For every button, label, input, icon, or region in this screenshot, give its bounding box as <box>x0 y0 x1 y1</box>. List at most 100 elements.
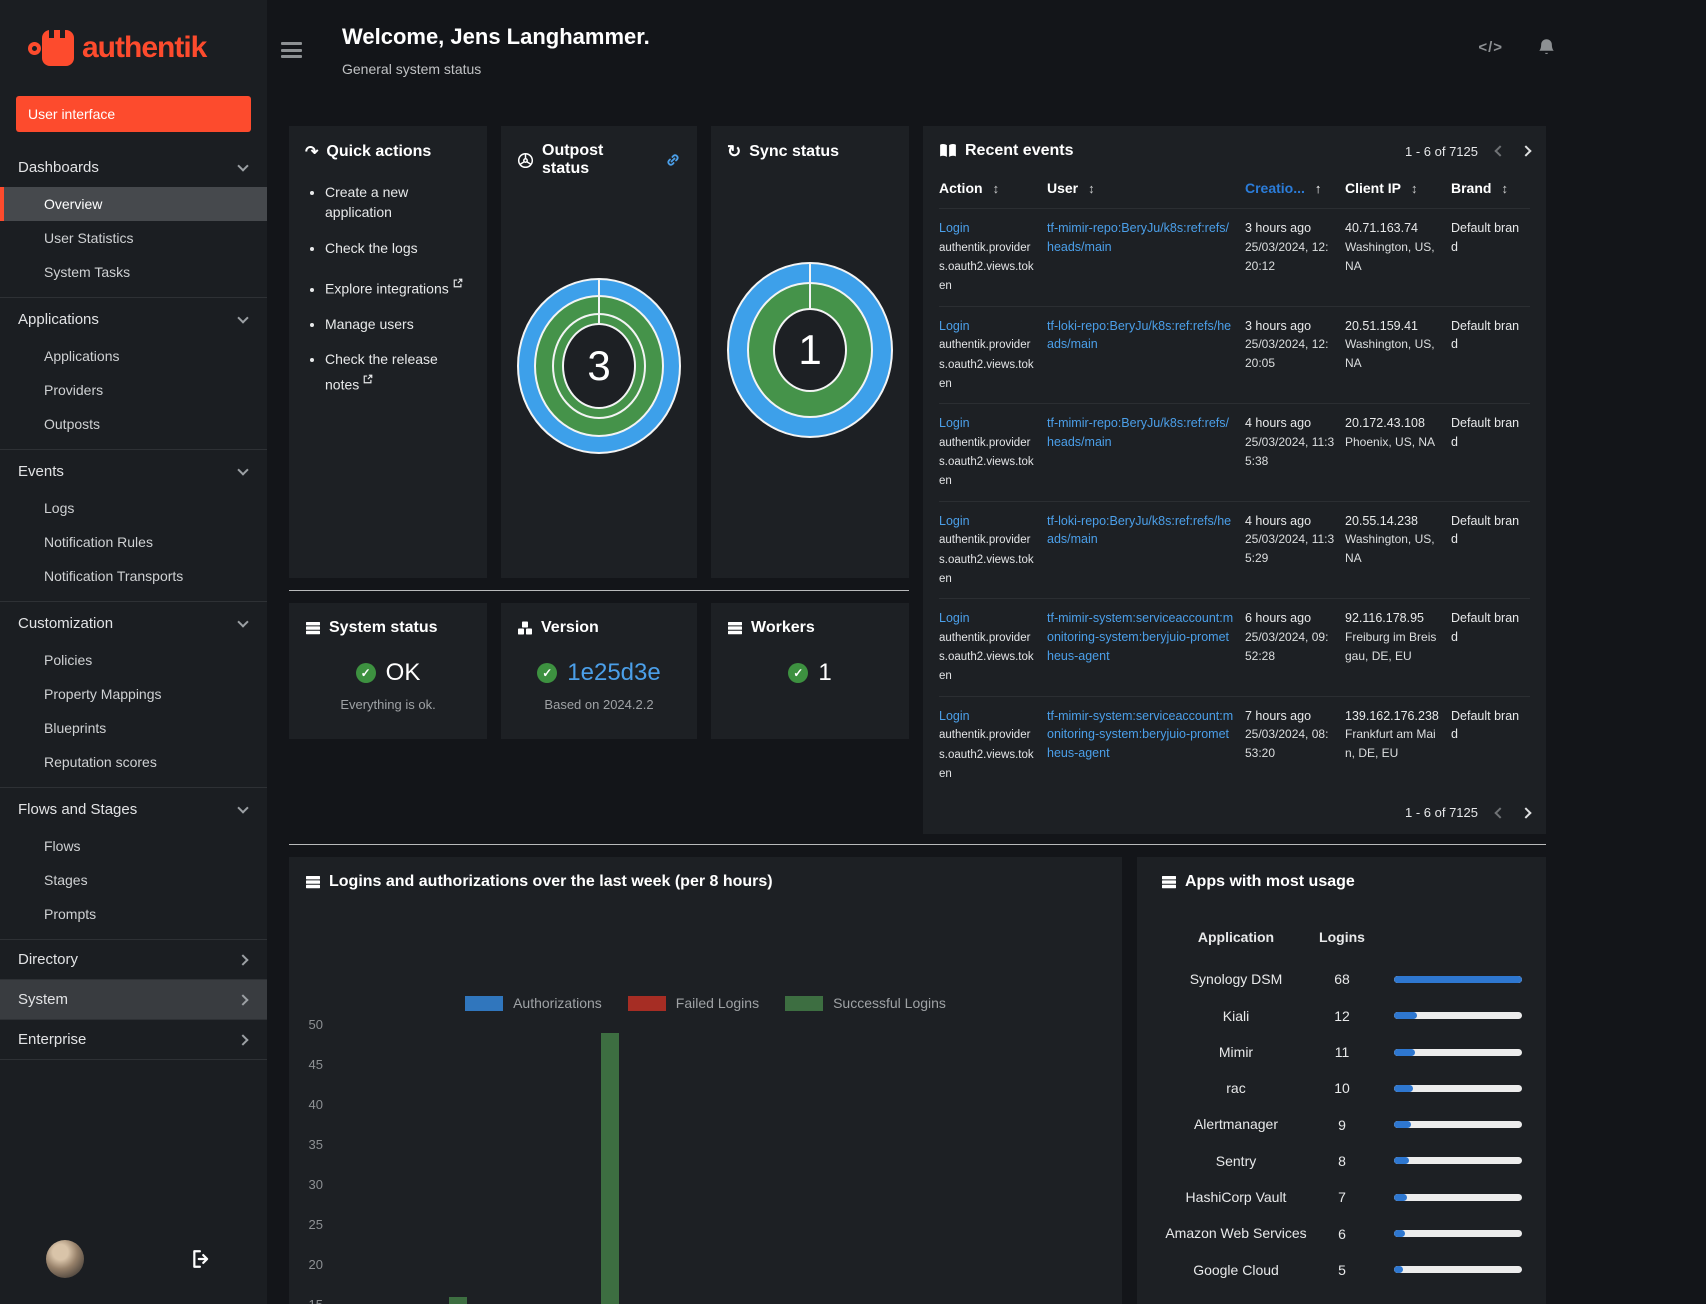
column-header-creation[interactable]: Creatio... ↑ <box>1245 170 1345 209</box>
quick-action-create-application[interactable]: Create a new application <box>325 182 471 223</box>
logout-icon[interactable] <box>191 1249 211 1269</box>
sidebar-item-reputation-scores[interactable]: Reputation scores <box>0 745 267 779</box>
user-interface-button[interactable]: User interface <box>16 96 251 132</box>
chevron-down-icon <box>237 159 249 172</box>
outpost-status-card: Outpost status 3 <box>501 126 697 578</box>
sidebar-item-flows[interactable]: Flows <box>0 829 267 863</box>
chevron-down-icon <box>237 311 249 324</box>
usage-progress-bar <box>1394 1230 1522 1238</box>
pagination-range: 1 - 6 of 7125 <box>1405 805 1478 820</box>
nav-section-system[interactable]: System <box>0 980 267 1019</box>
chevron-right-icon <box>237 1033 249 1046</box>
nav-section-directory[interactable]: Directory <box>0 940 267 979</box>
quick-actions-title: Quick actions <box>326 143 432 160</box>
outpost-count: 3 <box>587 342 611 389</box>
logins-chart-yticks: 5101520253035404550 <box>308 1017 323 1304</box>
external-link-icon <box>363 369 373 389</box>
usage-progress-bar <box>1394 1193 1522 1201</box>
version-card: Version ✓ 1e25d3e Based on 2024.2.2 <box>501 603 697 739</box>
brand-logo[interactable]: authentik <box>0 0 267 92</box>
event-action-link[interactable]: Login <box>939 611 970 625</box>
notifications-bell-icon[interactable] <box>1537 38 1556 57</box>
sidebar-item-prompts[interactable]: Prompts <box>0 897 267 931</box>
sidebar-item-blueprints[interactable]: Blueprints <box>0 711 267 745</box>
event-action-link[interactable]: Login <box>939 416 970 430</box>
event-user-link[interactable]: tf-mimir-repo:BeryJu/k8s:ref:refs/heads/… <box>1047 416 1229 449</box>
pagination-next-icon[interactable] <box>1520 145 1532 157</box>
sidebar-item-policies[interactable]: Policies <box>0 643 267 677</box>
pagination-next-icon[interactable] <box>1520 806 1532 819</box>
column-header-client-ip[interactable]: Client IP ↕ <box>1345 170 1451 209</box>
quick-action-release-notes[interactable]: Check the release notes <box>325 349 471 395</box>
event-user-link[interactable]: tf-loki-repo:BeryJu/k8s:ref:refs/heads/m… <box>1047 514 1231 547</box>
sidebar-item-system-tasks[interactable]: System Tasks <box>0 255 267 289</box>
event-user-link[interactable]: tf-mimir-system:serviceaccount:monitorin… <box>1047 709 1233 761</box>
hamburger-menu-icon[interactable] <box>281 42 302 58</box>
sidebar-item-overview[interactable]: Overview <box>0 187 267 221</box>
column-header-user[interactable]: User ↕ <box>1047 170 1245 209</box>
version-note: Based on 2024.2.2 <box>544 697 654 712</box>
authentik-logo-icon <box>28 30 74 66</box>
quick-action-check-logs[interactable]: Check the logs <box>325 238 471 258</box>
sync-refresh-icon: ↻ <box>727 142 742 161</box>
quick-action-explore-integrations[interactable]: Explore integrations <box>325 273 471 299</box>
table-row: Login authentik.providers.oauth2.views.to… <box>939 500 1530 599</box>
usage-progress-bar <box>1394 1121 1522 1129</box>
list-item: Kiali 12 <box>1161 998 1522 1034</box>
events-pagination-bottom: 1 - 6 of 7125 <box>1405 805 1532 820</box>
sidebar-nav: Dashboards Overview User Statistics Syst… <box>0 146 267 1060</box>
quick-actions-icon: ↷ <box>305 144 319 161</box>
list-item: Mimir 11 <box>1161 1034 1522 1070</box>
event-user-link[interactable]: tf-mimir-system:serviceaccount:monitorin… <box>1047 611 1233 663</box>
apps-usage-table: Application Logins Synology DSM 68 Kiali… <box>1161 917 1522 1288</box>
sidebar-item-user-statistics[interactable]: User Statistics <box>0 221 267 255</box>
recent-events-table: Action ↕ User ↕ Creatio... ↑ Client IP ↕ Bra… <box>939 170 1530 793</box>
sidebar-item-stages[interactable]: Stages <box>0 863 267 897</box>
table-row: Login authentik.providers.oauth2.views.to… <box>939 305 1530 404</box>
nav-section-flows-and-stages[interactable]: Flows and Stages <box>0 790 267 829</box>
nav-group-applications: Applications Applications Providers Outp… <box>0 298 267 450</box>
sidebar-item-outposts[interactable]: Outposts <box>0 407 267 441</box>
sidebar-item-applications[interactable]: Applications <box>0 339 267 373</box>
sidebar-item-notification-transports[interactable]: Notification Transports <box>0 559 267 593</box>
nav-section-enterprise[interactable]: Enterprise <box>0 1020 267 1059</box>
check-circle-icon: ✓ <box>788 663 809 683</box>
event-action-link[interactable]: Login <box>939 514 970 528</box>
sidebar-item-notification-rules[interactable]: Notification Rules <box>0 525 267 559</box>
server-icon <box>305 620 321 636</box>
nav-section-events[interactable]: Events <box>0 452 267 491</box>
logins-chart-title: Logins and authorizations over the last … <box>329 873 773 890</box>
event-user-link[interactable]: tf-loki-repo:BeryJu/k8s:ref:refs/heads/m… <box>1047 319 1231 352</box>
sidebar-item-property-mappings[interactable]: Property Mappings <box>0 677 267 711</box>
api-code-icon[interactable]: </> <box>1478 39 1503 56</box>
user-avatar[interactable] <box>46 1240 84 1278</box>
recent-events-title: Recent events <box>965 142 1074 159</box>
nav-section-dashboards[interactable]: Dashboards <box>0 148 267 187</box>
nav-group-system: System <box>0 980 267 1020</box>
quick-action-manage-users[interactable]: Manage users <box>325 314 471 334</box>
version-value[interactable]: 1e25d3e <box>567 659 660 687</box>
sidebar-item-logs[interactable]: Logs <box>0 491 267 525</box>
workers-card: Workers ✓ 1 <box>711 603 909 739</box>
list-item: Synology DSM 68 <box>1161 961 1522 997</box>
server-icon <box>1161 874 1177 890</box>
nav-section-applications[interactable]: Applications <box>0 300 267 339</box>
event-action-link[interactable]: Login <box>939 319 970 333</box>
check-circle-icon: ✓ <box>355 663 376 683</box>
column-header-action[interactable]: Action ↕ <box>939 170 1047 209</box>
legend-swatch-blue <box>465 995 504 1011</box>
table-row: Login authentik.providers.oauth2.views.to… <box>939 695 1530 793</box>
pagination-prev-icon[interactable] <box>1494 145 1506 157</box>
event-user-link[interactable]: tf-mimir-repo:BeryJu/k8s:ref:refs/heads/… <box>1047 221 1229 254</box>
sidebar-item-providers[interactable]: Providers <box>0 373 267 407</box>
pagination-prev-icon[interactable] <box>1494 806 1506 819</box>
nav-section-customization[interactable]: Customization <box>0 604 267 643</box>
list-item: rac 10 <box>1161 1070 1522 1106</box>
link-icon[interactable] <box>665 152 681 168</box>
table-row: Login authentik.providers.oauth2.views.to… <box>939 403 1530 501</box>
pagination-range: 1 - 6 of 7125 <box>1405 143 1478 159</box>
column-header-brand[interactable]: Brand ↕ <box>1451 170 1530 209</box>
event-action-link[interactable]: Login <box>939 221 970 235</box>
server-icon <box>305 874 321 890</box>
event-action-link[interactable]: Login <box>939 709 970 723</box>
